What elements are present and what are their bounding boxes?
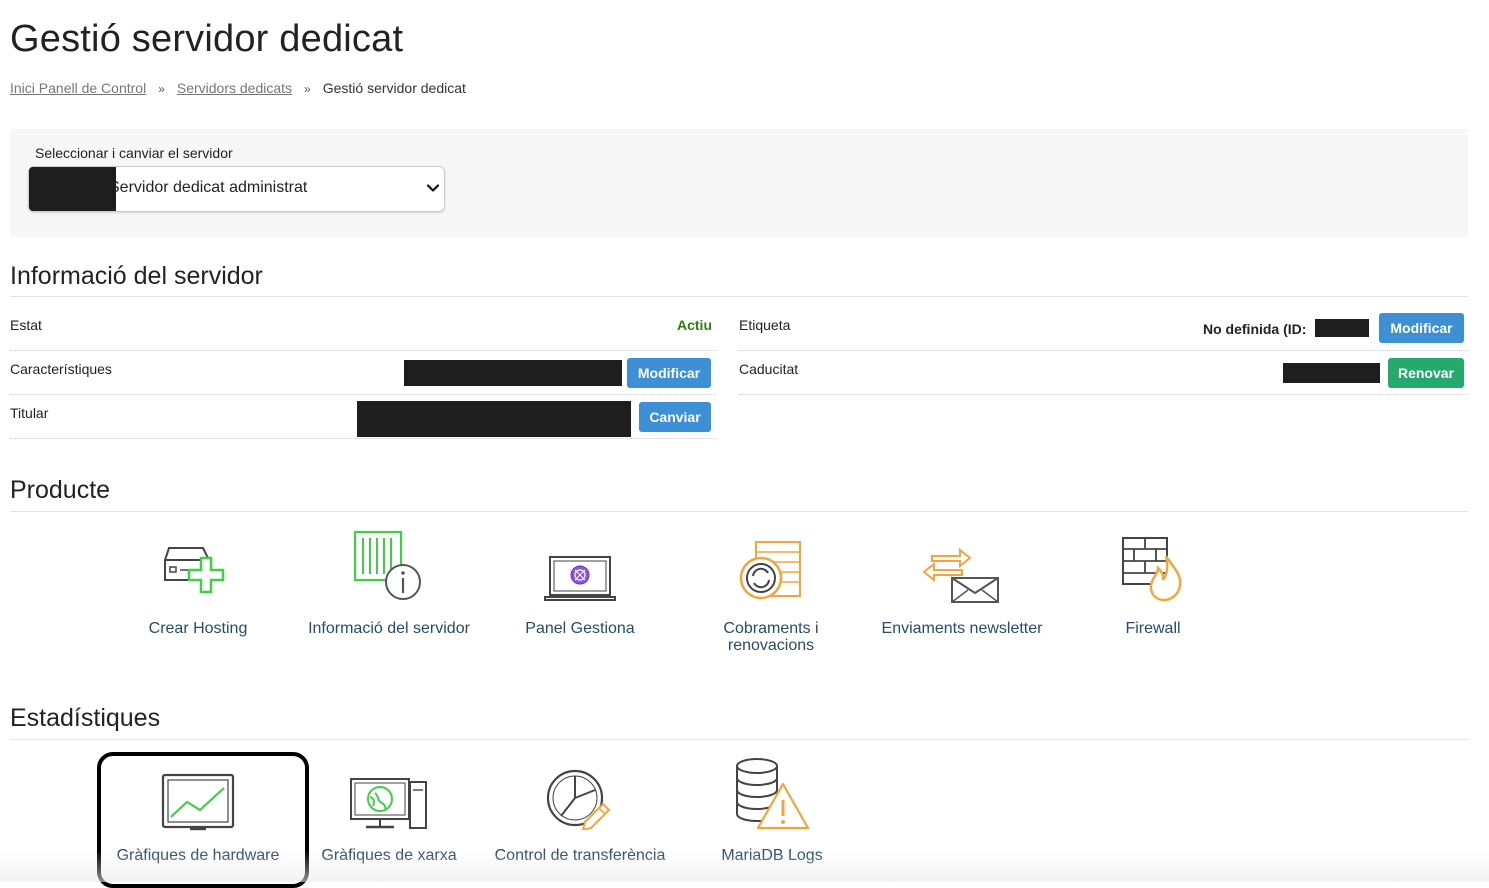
redacted-block [357, 401, 631, 437]
server-selector-panel: Seleccionar i canviar el servidor Servid… [10, 129, 1468, 237]
change-owner-button[interactable]: Canviar [639, 402, 711, 432]
redacted-block [404, 360, 622, 386]
server-selector-label: Seleccionar i canviar el servidor [35, 145, 233, 161]
etiqueta-label: Etiqueta [739, 317, 791, 333]
breadcrumb-separator: » [158, 82, 165, 96]
server-info-label: Informació del servidor [308, 620, 470, 637]
newsletter-envelope-icon [922, 548, 999, 603]
firewall-tile[interactable]: Firewall [1093, 528, 1213, 658]
caducitat-label: Caducitat [739, 361, 799, 377]
crear-hosting-tile[interactable]: Crear Hosting [118, 528, 278, 658]
modify-features-button[interactable]: Modificar [627, 358, 711, 388]
modify-label-button[interactable]: Modificar [1379, 313, 1464, 343]
crear-hosting-label: Crear Hosting [148, 620, 248, 637]
laptop-panel-icon [544, 556, 616, 601]
page-title: Gestió servidor dedicat [10, 18, 404, 60]
newsletter-tile[interactable]: Enviaments newsletter [872, 528, 1052, 658]
server-info-tile[interactable]: Informació del servidor [298, 528, 480, 658]
breadcrumb-dedicated-servers-link[interactable]: Servidors dedicats [177, 80, 292, 96]
billing-tile[interactable]: Cobraments i renovacions [691, 528, 851, 658]
newsletter-label: Enviaments newsletter [881, 620, 1043, 637]
server-select-value: Servidor dedicat administrat [109, 179, 308, 196]
panel-gestiona-tile[interactable]: Panel Gestiona [500, 528, 660, 658]
network-monitor-icon [350, 778, 427, 829]
server-info-icon [353, 530, 421, 600]
transfer-control-label: Control de transferència [494, 847, 666, 864]
firewall-flame-icon [1122, 537, 1182, 602]
transfer-control-tile[interactable]: Control de transferència [484, 760, 676, 870]
redacted-block [29, 167, 116, 211]
breadcrumb: Inici Panell de Control » Servidors dedica… [10, 80, 466, 96]
breadcrumb-home-link[interactable]: Inici Panell de Control [10, 80, 146, 96]
mariadb-logs-label: MariaDB Logs [721, 847, 823, 864]
renew-button[interactable]: Renovar [1388, 358, 1464, 388]
redacted-block [1283, 363, 1380, 383]
database-warning-icon [736, 758, 810, 830]
info-row-estat: Estat Actiu [10, 306, 716, 351]
redacted-block [1315, 319, 1369, 337]
mariadb-logs-tile[interactable]: MariaDB Logs [702, 754, 842, 870]
server-info-heading: Informació del servidor [10, 262, 263, 290]
product-heading: Producte [10, 476, 111, 504]
network-charts-tile[interactable]: Gràfiques de xarxa [306, 760, 472, 870]
divider [10, 296, 1468, 297]
info-row-caracteristiques: Característiques Modificar [10, 350, 716, 395]
transfer-pie-icon [546, 769, 611, 830]
breadcrumb-separator: » [304, 82, 311, 96]
breadcrumb-current: Gestió servidor dedicat [322, 80, 466, 96]
billing-label: Cobraments i renovacions [723, 620, 819, 654]
divider [10, 739, 1468, 740]
server-plus-icon [164, 547, 225, 594]
estat-label: Estat [10, 317, 42, 333]
status-badge: Actiu [677, 317, 712, 333]
info-row-etiqueta: Etiqueta No definida (ID: Modificar [739, 306, 1468, 351]
billing-renewal-icon [739, 541, 801, 600]
highlight-outline [97, 752, 309, 888]
info-row-titular: Titular Canviar [10, 394, 716, 439]
divider [10, 511, 1468, 512]
info-row-caducitat: Caducitat Renovar [739, 350, 1468, 395]
chevron-down-icon [426, 184, 440, 192]
server-select[interactable]: Servidor dedicat administrat [28, 166, 445, 212]
network-charts-label: Gràfiques de xarxa [321, 847, 457, 864]
stats-heading: Estadístiques [10, 704, 161, 732]
titular-label: Titular [10, 405, 49, 421]
caracteristiques-label: Característiques [10, 361, 112, 377]
panel-gestiona-label: Panel Gestiona [525, 620, 635, 637]
etiqueta-value: No definida (ID: [1203, 321, 1307, 337]
firewall-label: Firewall [1125, 620, 1181, 637]
